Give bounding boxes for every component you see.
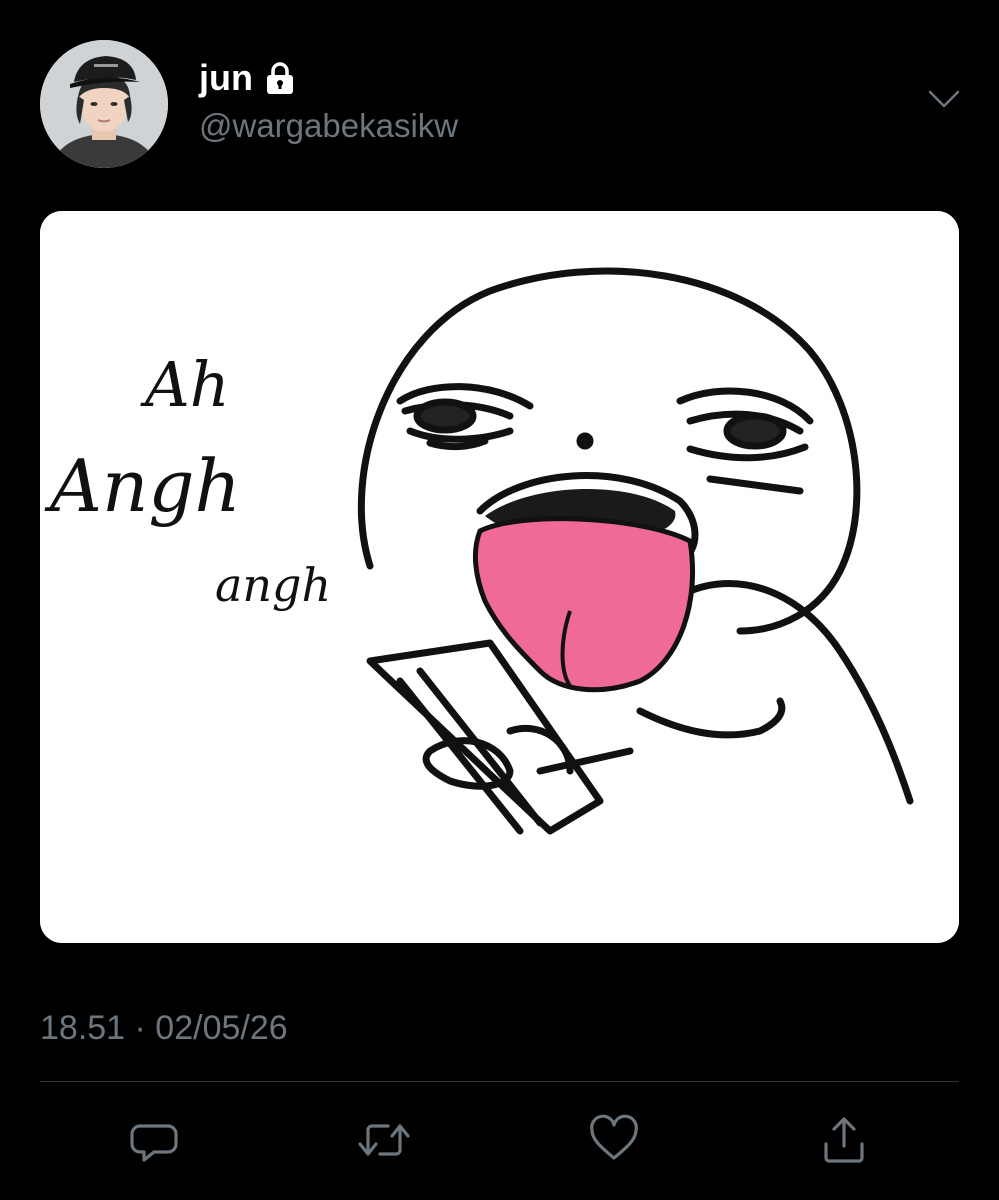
drawing-text-angh: Angh xyxy=(44,444,241,528)
tweet-action-bar xyxy=(0,1110,999,1170)
like-button[interactable] xyxy=(584,1110,644,1170)
username-handle[interactable]: @wargabekasikw xyxy=(199,104,458,148)
share-upload-icon xyxy=(824,1117,864,1163)
divider xyxy=(40,1081,959,1082)
share-button[interactable] xyxy=(814,1110,874,1170)
lock-icon xyxy=(265,61,295,95)
avatar-photo xyxy=(40,40,168,168)
meme-drawing: Ah Angh angh xyxy=(40,211,959,943)
drawing-text-ah: Ah xyxy=(140,348,230,421)
retweet-arrows-icon xyxy=(358,1124,410,1156)
heart-icon xyxy=(590,1114,638,1160)
tweet-timestamp[interactable]: 18.51 · 02/05/26 xyxy=(40,1006,288,1050)
tweet-media-image[interactable]: Ah Angh angh xyxy=(40,211,959,943)
profile-avatar[interactable] xyxy=(40,40,168,168)
reply-button[interactable] xyxy=(124,1110,184,1170)
display-name[interactable]: jun xyxy=(199,56,253,100)
drawing-text-angh-small: angh xyxy=(215,558,331,612)
retweet-button[interactable] xyxy=(354,1110,414,1170)
author-name-row[interactable]: jun xyxy=(199,56,295,100)
speech-bubble-icon xyxy=(130,1124,178,1162)
chevron-down-icon[interactable] xyxy=(924,84,964,114)
